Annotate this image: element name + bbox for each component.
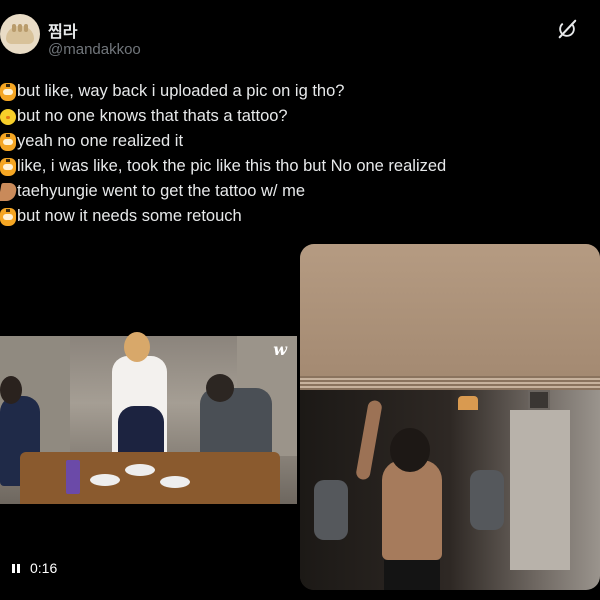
pause-icon[interactable] [12, 563, 20, 573]
plate [90, 474, 120, 486]
video-frame[interactable]: w [0, 332, 297, 504]
tweet-line-text: yeah no one realized it [17, 132, 184, 150]
plate [125, 464, 155, 476]
photo[interactable] [300, 244, 600, 590]
tweet-line: yeah no one realized it [0, 129, 446, 154]
tweet-line: like, i was like, took the pic like this… [0, 154, 446, 179]
person-back [355, 399, 460, 590]
video-time: 0:16 [30, 560, 58, 576]
tweet-line-text: but now it needs some retouch [17, 207, 242, 225]
torso [382, 460, 442, 560]
chick-emoji-icon [0, 108, 16, 125]
tweet-text: but like, way back i uploaded a pic on i… [0, 79, 446, 229]
dumpling-pleat [24, 24, 28, 32]
video-controls[interactable]: 0:16 [12, 560, 57, 576]
tiger-emoji-icon [0, 207, 16, 226]
room [300, 390, 600, 590]
person-head [124, 332, 150, 362]
drink-can [66, 460, 80, 494]
tiger-emoji-icon [0, 157, 16, 176]
tweet-line-text: but like, way back i uploaded a pic on i… [17, 82, 345, 100]
wall-picture [528, 390, 550, 410]
tweet-line-text: taehyungie went to get the tattoo w/ me [17, 182, 306, 200]
door [510, 410, 570, 570]
person-head [0, 376, 22, 404]
person-head [206, 374, 234, 402]
tweet-line: but now it needs some retouch [0, 204, 446, 229]
chair [470, 470, 504, 530]
shorts [384, 560, 440, 590]
ceiling [300, 244, 600, 376]
tweet-line: but like, way back i uploaded a pic on i… [0, 79, 446, 104]
avatar[interactable] [0, 14, 40, 54]
dumpling-pleat [12, 24, 16, 32]
tiger-emoji-icon [0, 82, 16, 101]
plate [160, 476, 190, 488]
dumpling-pleat [18, 24, 22, 32]
chair [314, 480, 348, 540]
video-player[interactable]: w 0:16 [0, 244, 297, 590]
tiger-emoji-icon [0, 132, 16, 151]
tweet-line-text: like, i was like, took the pic like this… [17, 157, 447, 175]
muscle-arm-emoji-icon [0, 182, 18, 201]
tweet-line: taehyungie went to get the tattoo w/ me [0, 179, 446, 204]
window-blind [300, 376, 600, 390]
tweet-line-text: but no one knows that thats a tattoo? [17, 107, 288, 125]
lamp [458, 396, 478, 410]
tweet-line: but no one knows that thats a tattoo? [0, 104, 446, 129]
author-handle[interactable]: @mandakkoo [48, 41, 141, 58]
raised-arm [355, 399, 383, 481]
watermark-logo: w [273, 340, 287, 359]
grok-icon[interactable] [556, 18, 578, 40]
author-display-name[interactable]: 찜라 [48, 18, 77, 42]
person-head [390, 428, 430, 472]
table [20, 452, 280, 504]
